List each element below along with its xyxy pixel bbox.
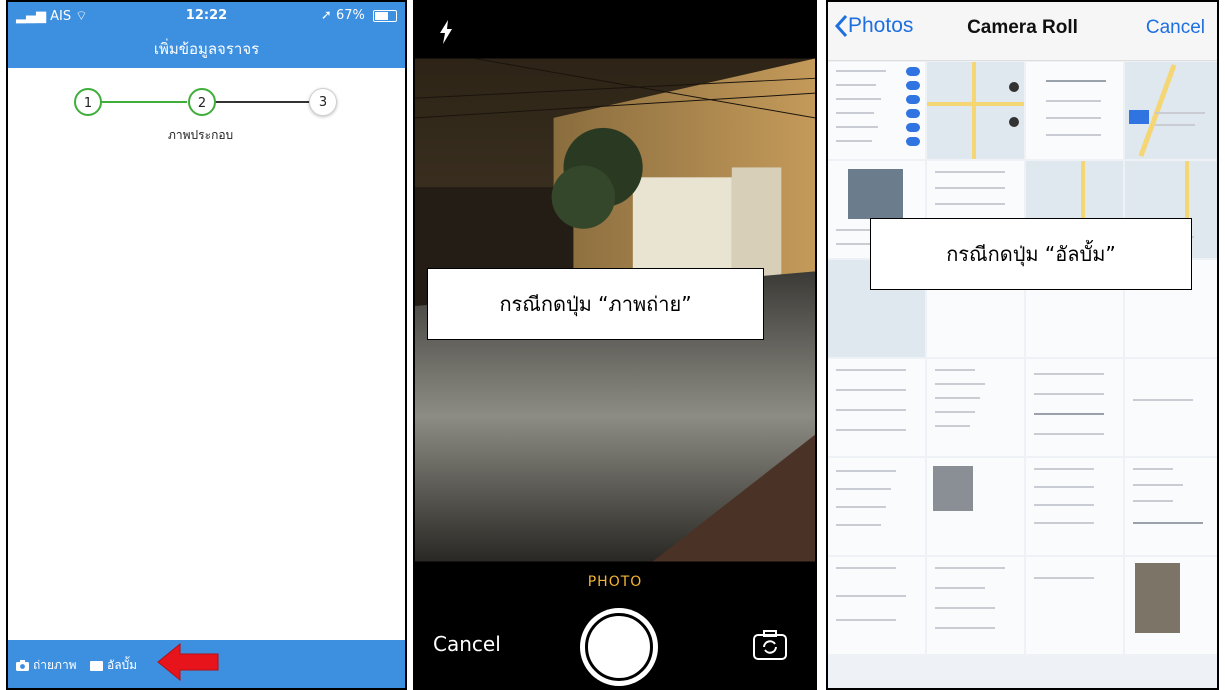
switch-camera-icon[interactable]: [753, 630, 787, 660]
flash-icon[interactable]: [439, 20, 453, 44]
camera-roll-panel: Photos Camera Roll Cancel กรณีกดปุ่ม “อั…: [826, 0, 1219, 690]
photo-thumbnail[interactable]: [828, 557, 925, 654]
battery-percent: 67%: [335, 8, 365, 23]
photo-thumbnail[interactable]: [1026, 458, 1123, 555]
photo-thumbnail[interactable]: [828, 458, 925, 555]
battery-indicator: ➚ 67%: [321, 8, 397, 23]
photo-thumbnail[interactable]: [1125, 359, 1217, 456]
camera-cancel-button[interactable]: Cancel: [433, 632, 501, 656]
album-label: อัลบั้ม: [107, 658, 138, 672]
callout-album: กรณีกดปุ่ม “อัลบั้ม”: [870, 218, 1192, 290]
camera-icon: [16, 660, 29, 671]
photo-thumbnail[interactable]: [1125, 458, 1217, 555]
camera-roll-navbar: Photos Camera Roll Cancel: [828, 2, 1217, 61]
step-connector: [215, 101, 309, 103]
page-title: เพิ่มข้อมูลจราจร: [8, 30, 405, 68]
album-button[interactable]: อัลบั้ม: [90, 656, 137, 675]
camera-mode-label[interactable]: PHOTO: [415, 574, 815, 590]
shutter-button[interactable]: [580, 608, 658, 686]
camera-roll-cancel-button[interactable]: Cancel: [1146, 17, 1205, 39]
camera-screen-panel: PHOTO Cancel กรณีกดปุ่ม “ภาพถ่าย”: [413, 0, 817, 690]
photo-thumbnail[interactable]: [1026, 359, 1123, 456]
photo-thumbnail[interactable]: [828, 62, 925, 159]
step-connector: [101, 101, 187, 103]
location-icon: ➚: [320, 8, 332, 23]
folder-icon: [90, 661, 103, 671]
photo-thumbnail[interactable]: [828, 359, 925, 456]
stepper: 1 2 3 ภาพประกอบ: [8, 88, 405, 148]
step-3[interactable]: 3: [309, 88, 337, 116]
step-2-label: ภาพประกอบ: [168, 128, 234, 142]
photo-thumbnail[interactable]: [927, 458, 1024, 555]
photo-thumbnail[interactable]: [1125, 62, 1217, 159]
app-screen-panel: ▂▄▆ AIS ⌔ 12:22 ➚ 67% เพิ่มข้อมูลจราจร 1…: [6, 0, 407, 690]
photo-thumbnail[interactable]: [1026, 62, 1123, 159]
status-bar: ▂▄▆ AIS ⌔ 12:22 ➚ 67%: [8, 2, 405, 30]
photo-thumbnail[interactable]: [927, 62, 1024, 159]
photo-thumbnail[interactable]: [927, 557, 1024, 654]
photo-thumbnail[interactable]: [1125, 557, 1217, 654]
photo-thumbnail[interactable]: [927, 359, 1024, 456]
callout-photo: กรณีกดปุ่ม “ภาพถ่าย”: [427, 268, 764, 340]
take-photo-label: ถ่ายภาพ: [33, 658, 77, 672]
photo-grid: [828, 62, 1217, 688]
battery-icon: [373, 9, 397, 22]
step-2[interactable]: 2: [188, 88, 216, 116]
take-photo-button[interactable]: ถ่ายภาพ: [16, 656, 77, 675]
step-1[interactable]: 1: [74, 88, 102, 116]
shutter-ring: [585, 613, 653, 681]
photo-thumbnail[interactable]: [1026, 557, 1123, 654]
red-arrow-icon: [157, 642, 219, 682]
